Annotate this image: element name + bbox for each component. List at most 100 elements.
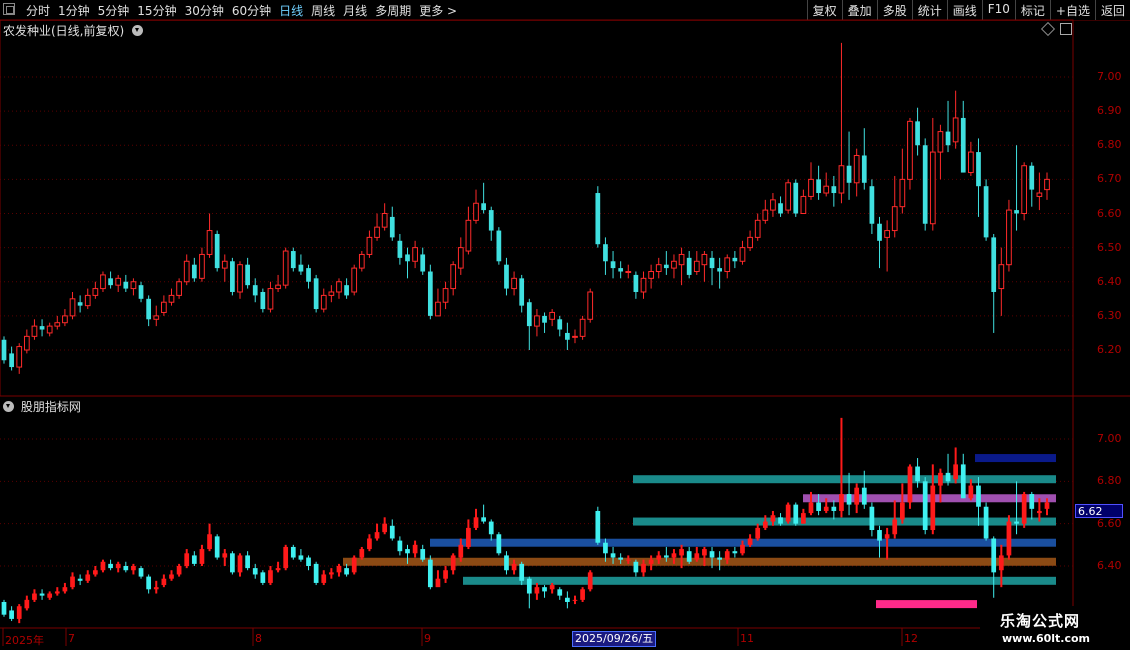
ind-candle-body [222,553,228,558]
ind-candle-body [1014,521,1019,524]
candle-body [481,203,486,211]
candle-body [351,267,358,293]
candlestick-chart[interactable] [0,0,1130,650]
candle-body [206,230,213,255]
ind-candle-body [747,538,753,545]
candle-body [397,240,403,258]
ind-candle-body [146,576,152,590]
ind-candle-body [740,544,745,554]
ind-candle-body [161,578,167,586]
candle-body [678,253,685,266]
ind-candle-body [618,557,624,560]
ind-candle-body [861,487,867,505]
candle-body [922,145,928,224]
candle-body [77,302,83,306]
candle-body [176,281,182,296]
candle-body [267,288,274,310]
candle-body [915,121,920,146]
candle-body [214,233,220,269]
candle-body [929,151,936,225]
candle-body [381,213,388,228]
support-band [633,517,1056,526]
candle-body [686,257,692,275]
candle-body [838,165,845,194]
ind-candle-body [313,563,319,583]
cursor-date-label: 2025/09/26/五 [572,631,657,647]
ind-candle-body [519,563,525,581]
candle-body [724,257,731,273]
ind-candle-body [877,530,882,541]
ind-candle-body [138,568,144,577]
candle-body [655,264,662,273]
candle-body [542,315,547,323]
ind-candle-body [724,551,730,560]
ind-candle-body [450,555,456,571]
candle-body [473,202,479,221]
ind-candle-body [846,494,852,505]
ind-candle-body [770,515,776,522]
candle-body [976,152,981,187]
candle-body [701,253,708,266]
ind-candle-body [481,517,486,522]
candle-body [306,268,311,282]
candle-body [899,178,906,208]
ind-candle-body [686,551,692,562]
ind-candle-body [290,546,296,558]
ind-candle-body [70,576,75,588]
candle-body [816,179,821,194]
candle-body [374,226,380,238]
price-tick-label: 6.50 [1097,240,1122,254]
candle-body [450,264,457,290]
candle-body [46,325,53,334]
ind-candle-body [580,589,585,600]
ind-candle-body [367,538,372,550]
ind-candle-body [907,466,913,503]
ind-candle-body [115,563,121,569]
ind-candle-body [184,553,190,566]
candle-body [534,315,540,327]
ind-candle-body [755,527,761,539]
candle-body [457,247,464,269]
ind-candle-body [945,472,951,482]
ind-candle-body [123,566,129,571]
ind-candle-body [656,555,662,560]
ind-candle-body [85,574,91,581]
candle-body [237,264,243,293]
candle-body [960,117,966,173]
candle-body [313,278,319,310]
price-tick-label: 6.90 [1097,104,1122,118]
candle-body [138,285,144,299]
candle-body [100,274,106,290]
candle-body [869,186,875,224]
ind-candle-body [991,538,997,573]
ind-candle-body [443,570,448,579]
ind-candle-body [344,568,349,575]
ind-candle-body [1044,502,1050,509]
ind-candle-body [549,585,555,590]
ind-candle-body [298,555,304,560]
ind-candle-body [153,587,159,590]
candle-body [1014,210,1019,214]
ind-candle-body [953,464,959,480]
ind-candle-body [793,504,799,524]
candle-body [328,291,335,296]
ind-candle-body [473,517,479,528]
ind-candle-body [960,464,966,499]
ind-candle-body [207,534,212,550]
candle-body [800,195,807,214]
ind-candle-body [237,555,243,573]
candle-body [754,219,761,238]
date-tick-label: 2025年 [5,634,44,647]
ind-candle-body [199,549,205,564]
ind-candle-body [435,578,441,588]
ind-candle-body [625,559,631,561]
candle-body [191,264,197,279]
indicator-tick-label: 6.80 [1097,474,1122,488]
candle-body [633,274,639,292]
candle-body [519,278,525,306]
support-band [876,600,977,609]
candle-body [54,322,61,327]
ind-candle-body [762,521,768,528]
ind-candle-body [39,593,45,596]
candle-body [618,268,624,272]
